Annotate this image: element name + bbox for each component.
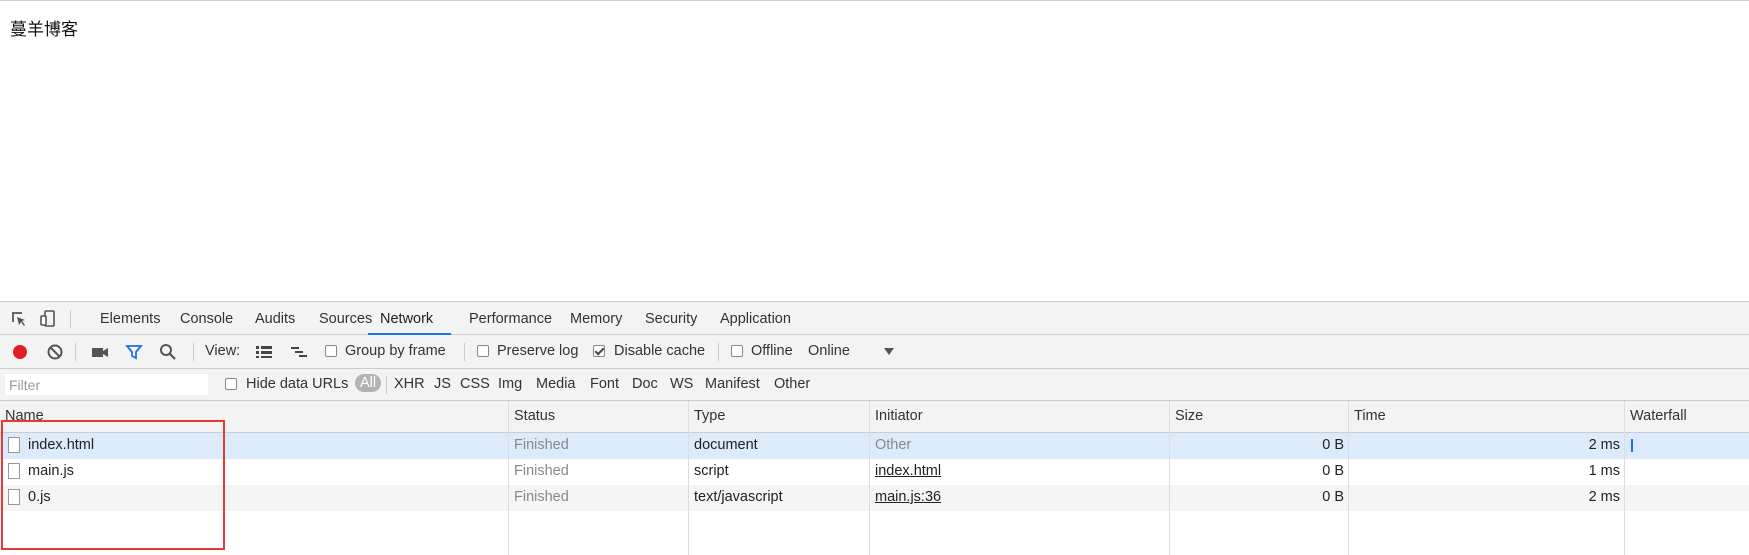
large-request-rows-icon[interactable]	[254, 342, 274, 362]
hide-data-urls-checkbox[interactable]	[225, 378, 237, 390]
request-type: script	[694, 463, 729, 479]
tab-separator	[70, 310, 71, 328]
column-header-type[interactable]: Type	[694, 408, 725, 424]
table-header: Name Status Type Initiator Size Time Wat…	[0, 401, 1749, 433]
tab-performance[interactable]: Performance	[457, 302, 564, 335]
filter-type-manifest[interactable]: Manifest	[705, 376, 760, 392]
request-initiator-link[interactable]: index.html	[875, 463, 941, 479]
toolbar-separator	[464, 343, 465, 361]
devtools-panel: Elements Console Audits Sources Network …	[0, 301, 1749, 555]
filter-separator	[386, 376, 387, 394]
toolbar-separator	[193, 343, 194, 361]
hide-data-urls-label: Hide data URLs	[246, 376, 349, 392]
tab-application[interactable]: Application	[708, 302, 803, 335]
column-divider[interactable]	[1348, 401, 1349, 555]
request-initiator: Other	[875, 437, 912, 453]
request-size: 0 B	[1322, 437, 1344, 453]
tab-security[interactable]: Security	[633, 302, 709, 335]
view-label: View:	[205, 343, 241, 359]
table-row[interactable]: 0.js Finished text/javascript main.js:36…	[0, 485, 1749, 511]
disable-cache-label: Disable cache	[614, 343, 706, 359]
capture-screenshots-icon[interactable]	[90, 342, 110, 362]
request-status: Finished	[514, 463, 569, 479]
column-header-waterfall[interactable]: Waterfall	[1630, 408, 1687, 424]
group-by-frame-label: Group by frame	[345, 343, 446, 359]
request-size: 0 B	[1322, 463, 1344, 479]
page-viewport: 蔓羊博客	[0, 0, 1749, 301]
tab-audits[interactable]: Audits	[243, 302, 307, 335]
disable-cache-checkbox[interactable]	[593, 345, 605, 357]
column-divider[interactable]	[1624, 401, 1625, 555]
highlight-annotation	[1, 420, 225, 550]
page-heading: 蔓羊博客	[10, 20, 78, 40]
tab-network[interactable]: Network	[368, 302, 451, 335]
inspect-element-icon[interactable]	[9, 309, 29, 329]
request-size: 0 B	[1322, 489, 1344, 505]
device-toolbar-icon[interactable]	[38, 309, 58, 329]
chevron-down-icon[interactable]	[884, 348, 894, 355]
search-icon[interactable]	[158, 342, 178, 362]
group-by-frame-checkbox[interactable]	[325, 345, 337, 357]
request-time: 2 ms	[1588, 437, 1620, 453]
filter-type-js[interactable]: JS	[434, 376, 451, 392]
filter-icon[interactable]	[124, 342, 144, 362]
column-divider[interactable]	[508, 401, 509, 555]
requests-table: Name Status Type Initiator Size Time Wat…	[0, 401, 1749, 555]
request-status: Finished	[514, 489, 569, 505]
throttling-select[interactable]: Online	[808, 343, 850, 359]
filter-input[interactable]	[5, 374, 208, 395]
preserve-log-label: Preserve log	[497, 343, 579, 359]
column-divider[interactable]	[688, 401, 689, 555]
column-header-status[interactable]: Status	[514, 408, 555, 424]
offline-checkbox[interactable]	[731, 345, 743, 357]
filter-type-media[interactable]: Media	[536, 376, 576, 392]
filter-type-xhr[interactable]: XHR	[394, 376, 425, 392]
filter-type-ws[interactable]: WS	[670, 376, 693, 392]
filter-type-doc[interactable]: Doc	[632, 376, 658, 392]
column-header-initiator[interactable]: Initiator	[875, 408, 923, 424]
request-time: 2 ms	[1588, 489, 1620, 505]
column-divider[interactable]	[869, 401, 870, 555]
table-row[interactable]: main.js Finished script index.html 0 B 1…	[0, 459, 1749, 485]
request-type: document	[694, 437, 758, 453]
tab-elements[interactable]: Elements	[88, 302, 172, 335]
filter-type-all[interactable]: All	[355, 374, 382, 392]
tab-memory[interactable]: Memory	[558, 302, 634, 335]
column-header-size[interactable]: Size	[1175, 408, 1203, 424]
column-divider[interactable]	[1169, 401, 1170, 555]
network-toolbar: View: Group by frame Preserve log Disabl…	[0, 335, 1749, 369]
column-header-time[interactable]: Time	[1354, 408, 1386, 424]
tab-console[interactable]: Console	[168, 302, 245, 335]
filter-type-font[interactable]: Font	[590, 376, 619, 392]
waterfall-bar	[1631, 439, 1633, 452]
offline-label: Offline	[751, 343, 793, 359]
toolbar-separator	[75, 343, 76, 361]
network-filter-bar: Hide data URLs All XHR JS CSS Img Media …	[0, 369, 1749, 401]
devtools-tab-bar: Elements Console Audits Sources Network …	[0, 301, 1749, 335]
record-icon[interactable]	[10, 342, 30, 362]
show-overview-icon[interactable]	[289, 342, 309, 362]
filter-type-css[interactable]: CSS	[460, 376, 490, 392]
request-initiator-link[interactable]: main.js:36	[875, 489, 941, 505]
filter-type-img[interactable]: Img	[498, 376, 522, 392]
toolbar-separator	[718, 343, 719, 361]
clear-icon[interactable]	[45, 342, 65, 362]
request-status: Finished	[514, 437, 569, 453]
table-row[interactable]: index.html Finished document Other 0 B 2…	[0, 433, 1749, 459]
preserve-log-checkbox[interactable]	[477, 345, 489, 357]
filter-type-other[interactable]: Other	[774, 376, 810, 392]
request-time: 1 ms	[1588, 463, 1620, 479]
request-type: text/javascript	[694, 489, 783, 505]
